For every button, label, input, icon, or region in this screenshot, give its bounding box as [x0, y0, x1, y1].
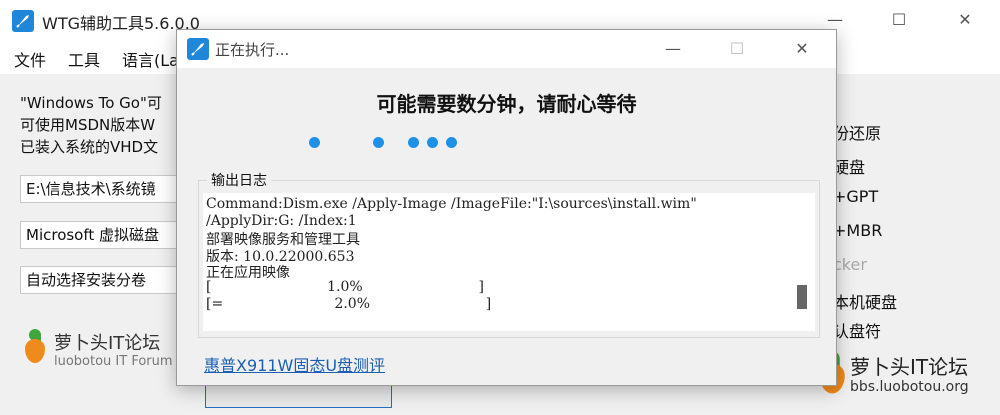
wait-message: 可能需要数分钟，请耐心等待 [376, 92, 637, 116]
loading-dot [446, 137, 457, 148]
dialog-maximize-button[interactable]: ☐ [717, 35, 757, 63]
rocket-icon [187, 38, 209, 60]
loading-dot [373, 137, 384, 148]
output-log-textbox[interactable]: Command:Dism.exe /Apply-Image /ImageFile… [203, 193, 815, 331]
menu-tools[interactable]: 工具 [68, 47, 100, 71]
watermark-en: bbs.luobotou.org [850, 379, 969, 395]
forum-logo-cn: 萝卜头IT论坛 [54, 333, 161, 354]
menu-file[interactable]: 文件 [14, 47, 46, 71]
log-line: /ApplyDir:G: /Index:1 [206, 213, 357, 229]
dialog-minimize-button[interactable]: — [653, 35, 693, 63]
log-scrollbar-thumb[interactable] [797, 285, 807, 309]
dialog-close-button[interactable]: ✕ [782, 35, 822, 63]
local-disk-option[interactable]: 本机硬盘 [833, 289, 897, 313]
mbr-option[interactable]: +MBR [833, 221, 882, 240]
forum-logo-en: luobotou IT Forum [54, 354, 173, 369]
output-log-label: 输出日志 [207, 170, 271, 190]
gpt-option[interactable]: +GPT [833, 187, 878, 206]
dialog-titlebar: 正在执行... — ☐ ✕ [177, 30, 836, 68]
loading-dot [427, 137, 438, 148]
loading-indicator [307, 137, 467, 151]
dialog-title: 正在执行... [215, 41, 290, 59]
log-line: Command:Dism.exe /Apply-Image /ImageFile… [206, 196, 697, 212]
default-drive-letter-option[interactable]: 认盘符 [833, 318, 881, 342]
disk-option[interactable]: 硬盘 [833, 154, 865, 178]
rocket-icon [12, 10, 34, 32]
description-line: 可使用MSDN版本W [20, 116, 156, 134]
start-button[interactable] [205, 384, 392, 408]
maximize-button[interactable]: ☐ [876, 6, 922, 34]
close-button[interactable]: ✕ [942, 6, 988, 34]
menu-language[interactable]: 语言(La [122, 47, 179, 71]
watermark: 萝卜头IT论坛 bbs.luobotou.org [810, 345, 1000, 405]
output-log-group: 输出日志 Command:Dism.exe /Apply-Image /Imag… [198, 170, 820, 338]
loading-dot [309, 137, 320, 148]
carrot-icon [22, 329, 48, 363]
watermark-cn: 萝卜头IT论坛 [850, 355, 969, 379]
bitlocker-option[interactable]: cker [833, 255, 867, 274]
description-line: "Windows To Go"可 [20, 94, 162, 112]
log-line: [ 1.0% ] [206, 279, 484, 295]
log-line: [= 2.0% ] [206, 296, 492, 312]
loading-dot [408, 137, 419, 148]
description-line: 已装入系统的VHD文 [20, 138, 159, 156]
backup-restore-option[interactable]: 份还原 [833, 120, 881, 144]
progress-dialog: 正在执行... — ☐ ✕ 可能需要数分钟，请耐心等待 输出日志 Command… [176, 29, 837, 386]
review-link[interactable]: 惠普X911W固态U盘测评 [204, 352, 385, 376]
